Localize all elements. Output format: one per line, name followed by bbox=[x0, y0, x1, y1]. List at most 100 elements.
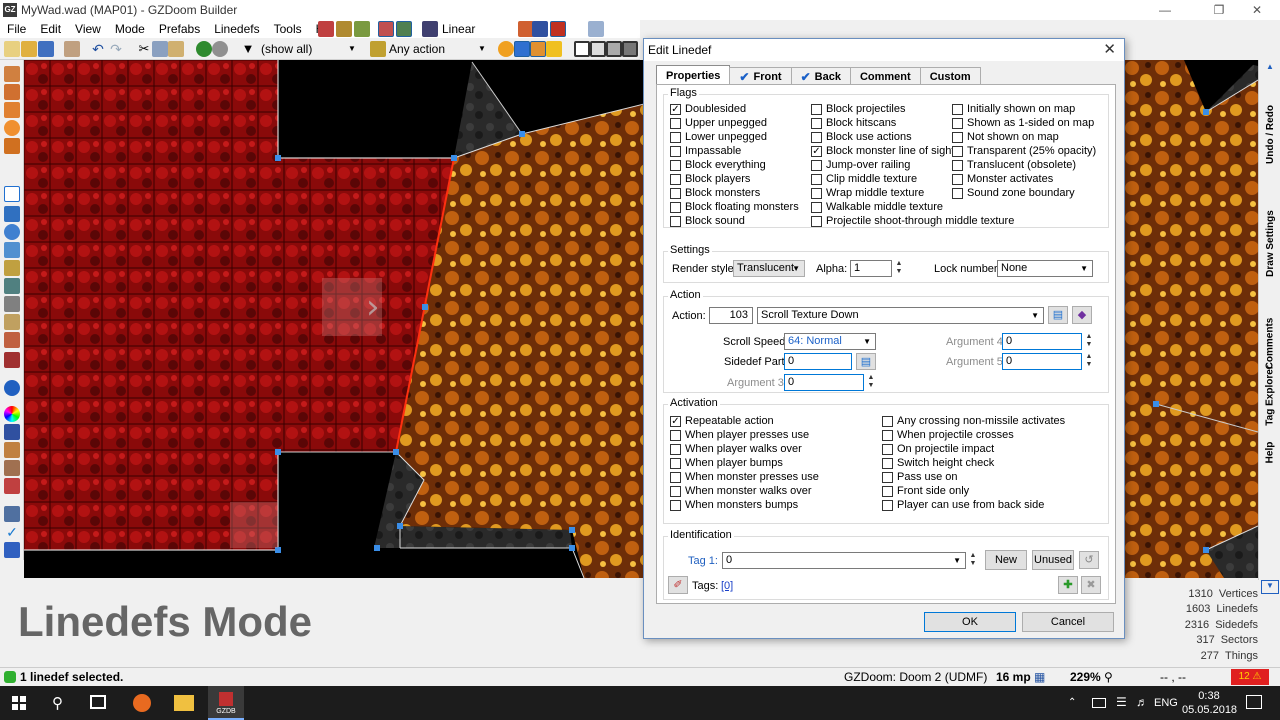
warnings-badge[interactable]: 12 ⚠ bbox=[1231, 669, 1269, 685]
open-map-icon[interactable] bbox=[21, 41, 37, 57]
checkbox-icon[interactable] bbox=[670, 215, 681, 227]
checkbox-icon[interactable] bbox=[952, 117, 963, 129]
activation-checkbox[interactable]: When monster walks over bbox=[670, 485, 812, 497]
menu-tools[interactable]: Tools bbox=[267, 20, 309, 38]
checkbox-icon[interactable] bbox=[882, 443, 893, 455]
tab-properties[interactable]: Properties bbox=[656, 65, 731, 85]
menu-view[interactable]: View bbox=[68, 20, 108, 38]
action-help-icon[interactable]: ◆ bbox=[1072, 306, 1092, 324]
things-filter-select[interactable]: (show all) bbox=[261, 40, 312, 58]
network-icon[interactable]: ☰ bbox=[1116, 695, 1127, 709]
activation-checkbox[interactable]: When projectile crosses bbox=[882, 429, 1014, 441]
checkbox-checked-icon[interactable]: ✓ bbox=[811, 145, 822, 157]
draw-grid-icon[interactable] bbox=[4, 138, 20, 154]
checkbox-icon[interactable] bbox=[882, 485, 893, 497]
notifications-icon[interactable] bbox=[1246, 695, 1262, 709]
map-canvas[interactable]: › bbox=[24, 60, 644, 578]
linedefs-mode-icon[interactable] bbox=[4, 186, 20, 202]
tab-front[interactable]: ✔ Front bbox=[729, 67, 792, 85]
grid-icon[interactable] bbox=[514, 41, 530, 57]
checkbox-icon[interactable] bbox=[882, 471, 893, 483]
argument-5-spinner[interactable]: ▲ ▼ bbox=[1084, 353, 1094, 369]
tags-link[interactable]: [0] bbox=[721, 580, 733, 592]
slope-icon[interactable] bbox=[4, 424, 20, 440]
chevron-down-icon[interactable]: ▼ bbox=[1261, 580, 1279, 594]
jitter-icon[interactable] bbox=[4, 478, 20, 494]
linedef-filter-icon[interactable] bbox=[370, 41, 386, 57]
gzdb-taskbar-item[interactable]: GZDB bbox=[208, 686, 244, 720]
checkbox-icon[interactable] bbox=[882, 499, 893, 511]
activation-checkbox[interactable]: Any crossing non-missile activates bbox=[882, 415, 1065, 427]
sidedef-browse-icon[interactable]: ▤ bbox=[856, 353, 876, 370]
checkbox-icon[interactable] bbox=[670, 173, 681, 185]
flag-checkbox[interactable]: Block projectiles bbox=[811, 103, 905, 115]
script-editor-icon[interactable] bbox=[318, 21, 334, 37]
action-number-input[interactable]: 103 bbox=[709, 307, 753, 324]
flag-checkbox[interactable]: Block monsters bbox=[670, 187, 760, 199]
action-select[interactable]: Scroll Texture Down ▼ bbox=[757, 307, 1044, 324]
test-map-icon[interactable] bbox=[336, 21, 352, 37]
prefab-icon[interactable] bbox=[212, 41, 228, 57]
checkbox-icon[interactable] bbox=[811, 131, 822, 143]
view-ceilings-icon[interactable] bbox=[622, 41, 638, 57]
activation-checkbox[interactable]: Pass use on bbox=[882, 471, 958, 483]
zoom-icon[interactable]: ⚲ bbox=[1104, 670, 1113, 685]
checkbox-icon[interactable] bbox=[811, 215, 822, 227]
chevron-down-icon[interactable]: ▼ bbox=[348, 40, 356, 58]
sun-icon[interactable] bbox=[498, 41, 514, 57]
tag-icon[interactable] bbox=[588, 21, 604, 37]
flag-checkbox[interactable]: Block sound bbox=[670, 215, 745, 227]
view-flats-icon[interactable] bbox=[396, 21, 412, 37]
checkbox-checked-icon[interactable]: ✓ bbox=[670, 415, 681, 427]
activation-checkbox[interactable]: When player walks over bbox=[670, 443, 802, 455]
fullbright-icon[interactable] bbox=[550, 21, 566, 37]
tab-tag-explorer[interactable]: Tag Explorer bbox=[1259, 350, 1280, 440]
grid-size[interactable]: 16 mp bbox=[996, 670, 1031, 685]
filter-icon[interactable]: ▼ bbox=[240, 41, 256, 57]
tag-spinner[interactable]: ▲ ▼ bbox=[968, 552, 978, 568]
search-icon[interactable]: ⚲ bbox=[52, 694, 63, 712]
menu-file[interactable]: File bbox=[0, 20, 33, 38]
activation-checkbox[interactable]: When monster presses use bbox=[670, 471, 819, 483]
map-options-icon[interactable] bbox=[64, 41, 80, 57]
scroll-speed-select[interactable]: 64: Normal ▼ bbox=[784, 333, 876, 350]
resources-icon[interactable] bbox=[354, 21, 370, 37]
checkbox-icon[interactable] bbox=[670, 159, 681, 171]
flag-checkbox[interactable]: Block use actions bbox=[811, 131, 912, 143]
flag-checkbox[interactable]: Block everything bbox=[670, 159, 766, 171]
flag-checkbox[interactable]: Initially shown on map bbox=[952, 103, 1075, 115]
argument-3-input[interactable]: 0 bbox=[784, 374, 864, 391]
volume-icon[interactable]: ♬ bbox=[1136, 695, 1148, 709]
checkbox-icon[interactable] bbox=[811, 173, 822, 185]
flag-checkbox[interactable]: Block floating monsters bbox=[670, 201, 799, 213]
minimize-icon[interactable]: — bbox=[1142, 0, 1188, 20]
flag-checkbox[interactable]: Translucent (obsolete) bbox=[952, 159, 1076, 171]
new-map-icon[interactable] bbox=[4, 41, 20, 57]
engine-label[interactable]: GZDoom: Doom 2 (UDMF) bbox=[844, 670, 987, 685]
checkbox-icon[interactable] bbox=[670, 429, 681, 441]
map-canvas-right[interactable] bbox=[1124, 60, 1258, 578]
add-tag-icon[interactable]: ✚ bbox=[1058, 576, 1078, 594]
checkbox-icon[interactable] bbox=[882, 429, 893, 441]
things-mode-icon[interactable] bbox=[4, 224, 20, 240]
flag-checkbox[interactable]: ✓ Block monster line of sight bbox=[811, 145, 954, 157]
flag-checkbox[interactable]: Shown as 1-sided on map bbox=[952, 117, 1094, 129]
view-floors-icon[interactable] bbox=[606, 41, 622, 57]
flag-checkbox[interactable]: Transparent (25% opacity) bbox=[952, 145, 1096, 157]
activation-checkbox[interactable]: Switch height check bbox=[882, 457, 994, 469]
activation-checkbox[interactable]: When monsters bumps bbox=[670, 499, 798, 511]
checkbox-icon[interactable] bbox=[952, 173, 963, 185]
checkbox-icon[interactable] bbox=[811, 201, 822, 213]
sectors-mode-icon[interactable] bbox=[4, 206, 20, 222]
chevron-up-icon[interactable]: ⌃ bbox=[1068, 697, 1076, 708]
file-explorer-icon[interactable] bbox=[174, 695, 194, 711]
argument-5-input[interactable]: 0 bbox=[1002, 353, 1082, 370]
checkbox-icon[interactable] bbox=[670, 471, 681, 483]
checkbox-icon[interactable] bbox=[882, 415, 893, 427]
insert-prefab-icon[interactable] bbox=[196, 41, 212, 57]
battery-icon[interactable] bbox=[1092, 698, 1106, 708]
zoom-level[interactable]: 229% bbox=[1070, 670, 1101, 685]
search-icon[interactable] bbox=[4, 506, 20, 522]
checkbox-icon[interactable] bbox=[952, 103, 963, 115]
grid-icon[interactable]: ▦ bbox=[1034, 670, 1045, 685]
